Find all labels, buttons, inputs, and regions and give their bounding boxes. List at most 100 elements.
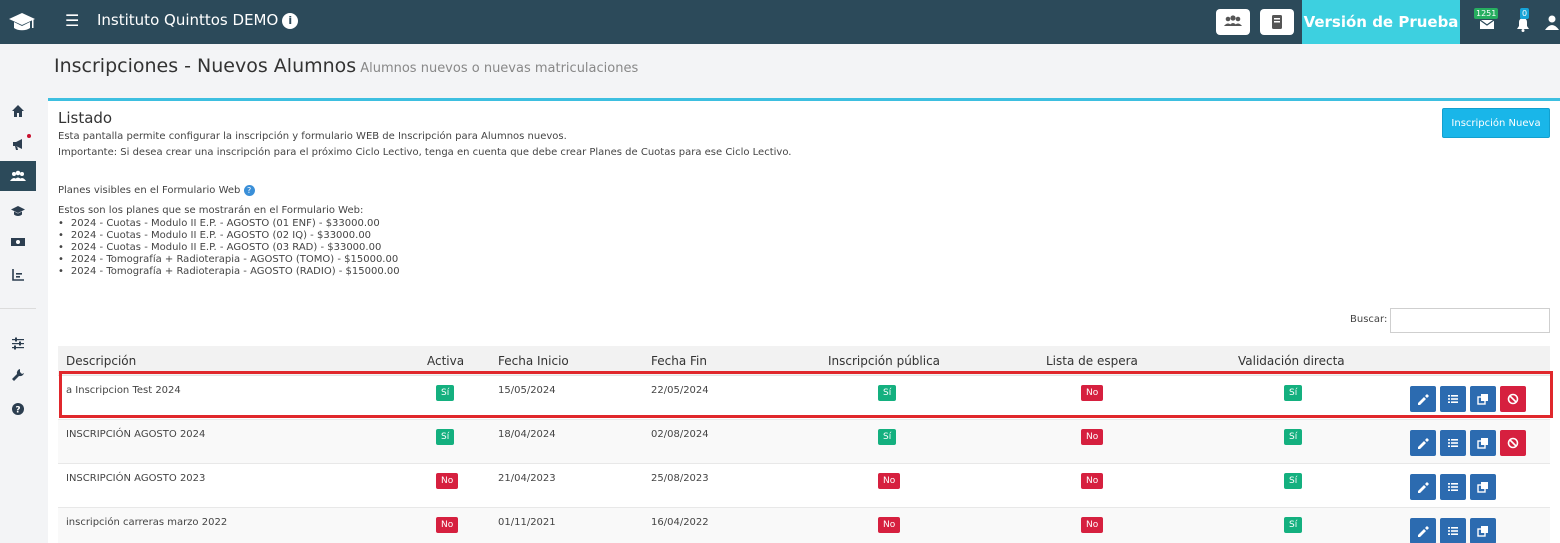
home-icon [12, 105, 24, 117]
user-icon[interactable] [1544, 14, 1560, 32]
inscriptions-table: Descripción Activa Fecha Inicio Fecha Fi… [58, 346, 1550, 543]
top-navbar: ☰ Instituto Quinttos DEMO i Versión de Pr… [0, 0, 1560, 44]
duplicate-button[interactable] [1470, 518, 1496, 543]
app-title[interactable]: Instituto Quinttos DEMO i [97, 11, 299, 29]
listado-panel: Listado Esta pantalla permite configurar… [48, 98, 1560, 543]
inscripcion-publica-badge: No [878, 473, 901, 489]
activa-badge: Sí [436, 385, 455, 401]
details-button[interactable] [1440, 430, 1466, 456]
ban-icon [1507, 393, 1519, 405]
panel-important-note: Importante: Si desea crear una inscripci… [58, 147, 792, 158]
edit-button[interactable] [1410, 430, 1436, 456]
activa-badge: No [436, 517, 459, 533]
table-row: inscripción carreras marzo 2022 01/11/202… [58, 508, 1550, 543]
duplicate-button[interactable] [1470, 474, 1496, 500]
copy-icon [1477, 482, 1488, 493]
edit-button[interactable] [1410, 518, 1436, 543]
disable-button[interactable] [1500, 386, 1526, 412]
new-inscription-button[interactable]: Inscripción Nueva [1442, 108, 1550, 138]
sidebar-item-academic[interactable] [0, 196, 36, 226]
sidebar: ? [0, 44, 36, 543]
column-header-fecha-inicio[interactable]: Fecha Inicio [498, 354, 569, 368]
cell-descripcion: a Inscripcion Test 2024 [66, 385, 181, 396]
edit-icon [1418, 526, 1429, 537]
page-header: Inscripciones - Nuevos Alumnos Alumnos nu… [54, 55, 638, 77]
edit-icon [1418, 438, 1429, 449]
book-icon [1272, 15, 1282, 29]
validacion-directa-badge: Sí [1284, 473, 1303, 489]
notification-dot [27, 134, 31, 138]
edit-icon [1418, 394, 1429, 405]
lista-espera-badge: No [1081, 473, 1104, 489]
edit-button[interactable] [1410, 386, 1436, 412]
details-button[interactable] [1440, 474, 1466, 500]
plan-item: 2024 - Tomografía + Radioterapia - AGOST… [58, 266, 400, 278]
trial-version-button[interactable]: Versión de Prueba [1302, 0, 1460, 44]
graduation-cap-logo-icon[interactable] [8, 10, 36, 34]
menu-toggle-icon[interactable]: ☰ [65, 11, 79, 30]
list-icon [1448, 483, 1458, 491]
sidebar-item-help[interactable]: ? [0, 394, 36, 424]
column-header-lista-espera[interactable]: Lista de espera [1046, 354, 1138, 368]
book-button[interactable] [1260, 9, 1294, 35]
cell-fecha-fin: 02/08/2024 [651, 429, 709, 440]
column-header-inscripcion-publica[interactable]: Inscripción pública [828, 354, 940, 368]
bell-notifications[interactable]: 0 [1512, 8, 1536, 36]
list-icon [1448, 395, 1458, 403]
lista-espera-badge: No [1081, 429, 1104, 445]
plans-heading: Planes visibles en el Formulario Web ? [58, 185, 255, 196]
disable-button[interactable] [1500, 430, 1526, 456]
details-button[interactable] [1440, 386, 1466, 412]
details-button[interactable] [1440, 518, 1466, 543]
lista-espera-badge: No [1081, 385, 1104, 401]
search-label: Buscar: [1350, 314, 1388, 325]
sidebar-divider [0, 308, 36, 309]
column-header-descripcion[interactable]: Descripción [66, 354, 136, 368]
table-row: INSCRIPCIÓN AGOSTO 2023 21/04/2023 25/08/2… [58, 464, 1550, 508]
plan-item: 2024 - Cuotas - Modulo II E.P. - AGOSTO … [58, 230, 400, 242]
sidebar-item-tools[interactable] [0, 360, 36, 390]
validacion-directa-badge: Sí [1284, 429, 1303, 445]
validacion-directa-badge: Sí [1284, 517, 1303, 533]
activa-badge: Sí [436, 429, 455, 445]
panel-description: Esta pantalla permite configurar la insc… [58, 131, 567, 142]
sidebar-item-announcements[interactable] [0, 129, 36, 159]
table-row: a Inscripcion Test 2024 15/05/2024 22/05/2… [58, 376, 1550, 420]
sidebar-item-finance[interactable] [0, 227, 36, 257]
cell-descripcion: INSCRIPCIÓN AGOSTO 2024 [66, 429, 206, 440]
column-header-fecha-fin[interactable]: Fecha Fin [651, 354, 707, 368]
inscripcion-publica-badge: No [878, 517, 901, 533]
cell-descripcion: INSCRIPCIÓN AGOSTO 2023 [66, 473, 206, 484]
activa-badge: No [436, 473, 459, 489]
column-header-activa[interactable]: Activa [427, 354, 464, 368]
graduation-cap-icon [11, 206, 25, 216]
sidebar-item-students[interactable] [0, 161, 36, 191]
money-icon [11, 238, 25, 246]
cell-fecha-fin: 22/05/2024 [651, 385, 709, 396]
duplicate-button[interactable] [1470, 430, 1496, 456]
plans-intro: Estos son los planes que se mostrarán en… [58, 205, 364, 216]
column-header-validacion-directa[interactable]: Validación directa [1238, 354, 1345, 368]
copy-icon [1477, 438, 1488, 449]
plans-help-icon[interactable]: ? [243, 185, 255, 196]
users-icon [1224, 15, 1242, 26]
sidebar-item-reports[interactable] [0, 260, 36, 290]
plan-item: 2024 - Cuotas - Modulo II E.P. - AGOSTO … [58, 242, 400, 254]
search-input[interactable] [1390, 308, 1550, 333]
cell-fecha-fin: 25/08/2023 [651, 473, 709, 484]
ban-icon [1507, 437, 1519, 449]
cell-fecha-inicio: 18/04/2024 [498, 429, 556, 440]
users-icon [10, 170, 26, 181]
page-subtitle: Alumnos nuevos o nuevas matriculaciones [360, 61, 639, 76]
info-icon[interactable]: i [282, 13, 299, 29]
mail-notifications[interactable]: 1251 [1472, 8, 1500, 36]
duplicate-button[interactable] [1470, 386, 1496, 412]
edit-button[interactable] [1410, 474, 1436, 500]
users-button[interactable] [1216, 9, 1250, 35]
notification-count-badge: 0 [1520, 8, 1530, 19]
wrench-icon [12, 369, 24, 381]
cell-fecha-inicio: 15/05/2024 [498, 385, 556, 396]
sidebar-item-home[interactable] [0, 96, 36, 126]
copy-icon [1477, 394, 1488, 405]
sidebar-item-settings[interactable] [0, 328, 36, 358]
